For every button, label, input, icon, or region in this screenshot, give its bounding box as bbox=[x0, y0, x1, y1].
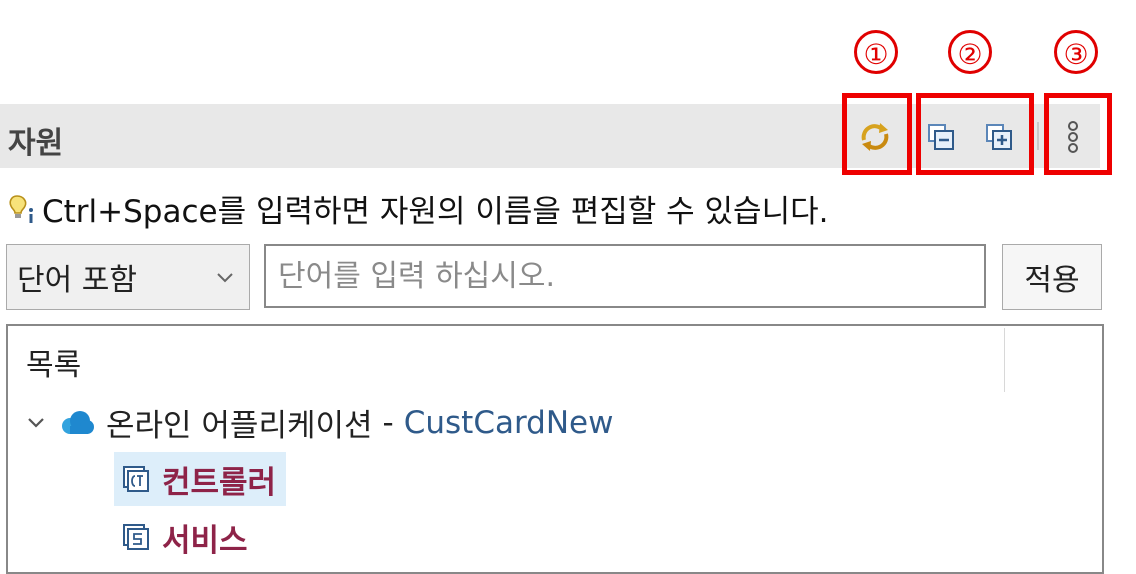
highlight-collapse-expand bbox=[916, 93, 1034, 175]
info-bulb-icon bbox=[9, 194, 33, 223]
chevron-down-icon[interactable] bbox=[24, 411, 48, 435]
highlight-view-menu bbox=[1044, 93, 1112, 175]
tree-item-app[interactable]: 온라인 어플리케이션 - CustCardNew bbox=[24, 400, 613, 445]
resource-tree: 목록 온라인 어플리케이션 - CustCardNew 컨트롤러 서비스 bbox=[6, 324, 1104, 574]
tree-item-service[interactable]: 서비스 bbox=[114, 510, 258, 564]
column-divider bbox=[1004, 328, 1005, 392]
edit-hint: Ctrl+Space를 입력하면 자원의 이름을 편집할 수 있습니다. bbox=[8, 186, 828, 231]
app-name: 온라인 어플리케이션 bbox=[106, 408, 373, 444]
search-input[interactable] bbox=[264, 244, 986, 308]
callout-3: ③ bbox=[1054, 30, 1098, 74]
edit-hint-text: Ctrl+Space를 입력하면 자원의 이름을 편집할 수 있습니다. bbox=[42, 194, 829, 230]
match-mode-dropdown[interactable]: 단어 포함 bbox=[6, 244, 250, 310]
controller-label: 컨트롤러 bbox=[162, 464, 277, 501]
service-icon bbox=[123, 524, 149, 550]
chevron-down-icon bbox=[217, 273, 233, 283]
toolbar-separator bbox=[1037, 122, 1039, 150]
app-separator: - bbox=[382, 404, 394, 441]
service-label: 서비스 bbox=[162, 522, 248, 559]
app-id: CustCardNew bbox=[403, 404, 614, 441]
view-title: 자원 bbox=[8, 126, 64, 161]
match-mode-value: 단어 포함 bbox=[17, 263, 137, 298]
callout-2: ② bbox=[948, 30, 992, 74]
apply-button[interactable]: 적용 bbox=[1002, 244, 1102, 310]
controller-icon bbox=[123, 466, 149, 492]
tree-header: 목록 bbox=[26, 348, 82, 383]
highlight-sync bbox=[842, 93, 912, 175]
cloud-icon bbox=[62, 410, 94, 434]
callout-1: ① bbox=[854, 30, 898, 74]
tree-item-controller[interactable]: 컨트롤러 bbox=[114, 452, 287, 506]
